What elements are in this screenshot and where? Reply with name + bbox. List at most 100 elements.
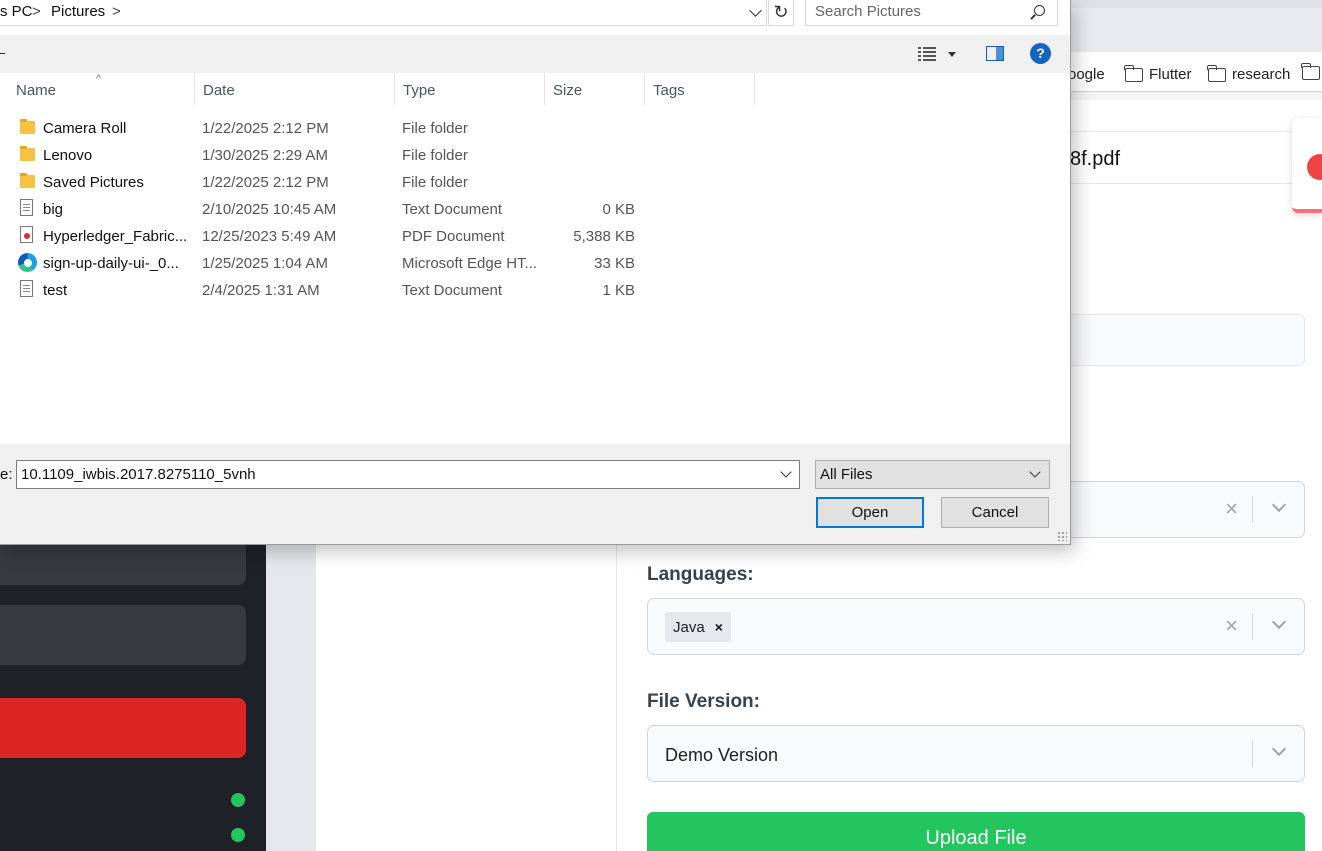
cancel-button[interactable]: Cancel — [941, 497, 1049, 528]
bookmark-label: Flutter — [1149, 66, 1192, 83]
address-bar[interactable]: s PC > Pictures > — [0, 0, 767, 26]
chevron-down-icon[interactable] — [1271, 614, 1287, 630]
file-list: ^ Name Date Type Size Tags Camera Roll 1… — [0, 73, 1070, 444]
file-size: 0 KB — [602, 201, 635, 218]
sidebar-logout-button[interactable] — [0, 698, 246, 758]
bookmarks-bar: oogle Flutter research — [1068, 52, 1322, 92]
file-size: 33 KB — [594, 255, 635, 272]
file-type: File folder — [402, 147, 468, 164]
file-date: 2/10/2025 10:45 AM — [202, 201, 337, 218]
languages-select[interactable]: Java × × — [647, 598, 1305, 655]
open-button[interactable]: Open — [816, 497, 924, 528]
breadcrumb-pictures[interactable]: Pictures — [51, 3, 105, 20]
file-version-select[interactable]: Demo Version — [647, 725, 1305, 782]
online-status-dot — [231, 793, 245, 807]
file-row[interactable]: sign-up-daily-ui-_0... 1/25/2025 1:04 AM… — [0, 250, 700, 277]
file-version-label: File Version: — [647, 691, 760, 712]
search-input[interactable] — [815, 3, 1025, 20]
search-icon[interactable] — [1034, 5, 1045, 16]
resize-grip[interactable] — [1057, 531, 1067, 541]
file-date: 1/30/2025 2:29 AM — [202, 147, 328, 164]
bookmark-google[interactable]: oogle — [1068, 66, 1105, 83]
file-name: sign-up-daily-ui-_0... — [43, 255, 179, 272]
view-options-icon[interactable] — [918, 47, 936, 61]
folder-icon — [1124, 64, 1143, 82]
dialog-toolbar: ? — [0, 35, 1070, 73]
bookmark-label: research — [1232, 66, 1291, 83]
selected-file-card: 8f.pdf — [1070, 131, 1305, 184]
file-type-select[interactable]: All Files — [815, 460, 1050, 489]
file-name: big — [43, 201, 64, 218]
edge-file-icon — [18, 253, 37, 272]
folder-icon — [1301, 63, 1320, 80]
file-date: 1/22/2025 2:12 PM — [202, 174, 329, 191]
bookmark-folder[interactable] — [1301, 63, 1320, 80]
clear-icon[interactable]: × — [1225, 613, 1238, 639]
text-file-icon — [20, 199, 33, 216]
file-name: Saved Pictures — [43, 174, 144, 191]
preview-pane-icon[interactable] — [986, 46, 1004, 61]
sidebar-nav-item[interactable] — [0, 605, 246, 665]
file-type: File folder — [402, 120, 468, 137]
toolbar-tick — [0, 53, 5, 54]
file-type: PDF Document — [402, 228, 505, 245]
file-name-input[interactable] — [21, 466, 761, 483]
chevron-down-icon[interactable] — [1271, 741, 1287, 757]
file-date: 1/22/2025 2:12 PM — [202, 120, 329, 137]
category-select[interactable]: × — [1070, 481, 1305, 538]
search-box[interactable] — [805, 0, 1058, 26]
clear-icon[interactable]: × — [1225, 496, 1238, 522]
caret-down-icon[interactable] — [948, 52, 956, 57]
chevron-right-icon[interactable]: > — [32, 3, 41, 20]
browser-tab-bar — [1070, 8, 1322, 52]
chevron-down-icon[interactable] — [780, 466, 792, 478]
breadcrumb-this-pc[interactable]: s PC — [0, 3, 33, 20]
file-type: Text Document — [402, 282, 503, 299]
help-icon[interactable]: ? — [1030, 43, 1051, 64]
text-file-icon — [20, 280, 33, 297]
dialog-footer: e: All Files Open Cancel — [0, 444, 1070, 544]
column-header-type[interactable]: Type — [395, 73, 545, 105]
online-status-dot — [231, 828, 245, 842]
file-name: Hyperledger_Fabric... — [43, 228, 188, 245]
app-sidebar — [0, 540, 266, 851]
folder-icon — [20, 119, 35, 134]
file-name: test — [43, 282, 68, 299]
chevron-right-icon[interactable]: > — [112, 3, 121, 20]
file-row[interactable]: test 2/4/2025 1:31 AM Text Document 1 KB — [0, 277, 700, 304]
file-size: 1 KB — [602, 282, 635, 299]
chevron-down-icon[interactable] — [1029, 466, 1041, 478]
column-header-name[interactable]: Name — [8, 73, 195, 105]
file-row[interactable]: Camera Roll 1/22/2025 2:12 PM File folde… — [0, 115, 700, 142]
upload-file-button[interactable]: Upload File — [647, 812, 1305, 851]
file-name-combobox[interactable] — [16, 460, 800, 489]
refresh-icon[interactable]: ↻ — [768, 0, 794, 26]
file-row[interactable]: big 2/10/2025 10:45 AM Text Document 0 K… — [0, 196, 700, 223]
column-header-date[interactable]: Date — [195, 73, 395, 105]
select-separator — [1252, 496, 1253, 523]
column-header-size[interactable]: Size — [545, 73, 645, 105]
folder-icon — [20, 173, 35, 188]
pdf-file-icon — [20, 226, 33, 243]
file-open-dialog: s PC > Pictures > ↻ ? ^ Name Date Type S… — [0, 0, 1071, 545]
folder-icon — [1207, 64, 1226, 82]
content-area — [316, 540, 616, 851]
file-name: Camera Roll — [43, 120, 127, 137]
remove-tag-icon[interactable]: × — [715, 619, 723, 635]
chevron-down-icon[interactable] — [749, 4, 762, 17]
chevron-down-icon[interactable] — [1271, 497, 1287, 513]
folder-icon — [20, 146, 35, 161]
column-header-tags[interactable]: Tags — [645, 73, 755, 105]
address-row: s PC > Pictures > ↻ — [0, 0, 1070, 35]
file-row[interactable]: Saved Pictures 1/22/2025 2:12 PM File fo… — [0, 169, 700, 196]
file-row[interactable]: Hyperledger_Fabric... 12/25/2023 5:49 AM… — [0, 223, 700, 250]
file-type: Microsoft Edge HT... — [402, 255, 538, 272]
bookmark-flutter[interactable]: Flutter — [1124, 64, 1192, 83]
selected-file-name: 8f.pdf — [1070, 148, 1121, 170]
browser-frame — [1070, 0, 1322, 8]
bookmark-research[interactable]: research — [1207, 64, 1291, 83]
file-row[interactable]: Lenovo 1/30/2025 2:29 AM File folder — [0, 142, 700, 169]
file-date: 12/25/2023 5:49 AM — [202, 228, 337, 245]
language-tag-label: Java — [673, 618, 705, 636]
text-input-field[interactable] — [1070, 314, 1305, 366]
